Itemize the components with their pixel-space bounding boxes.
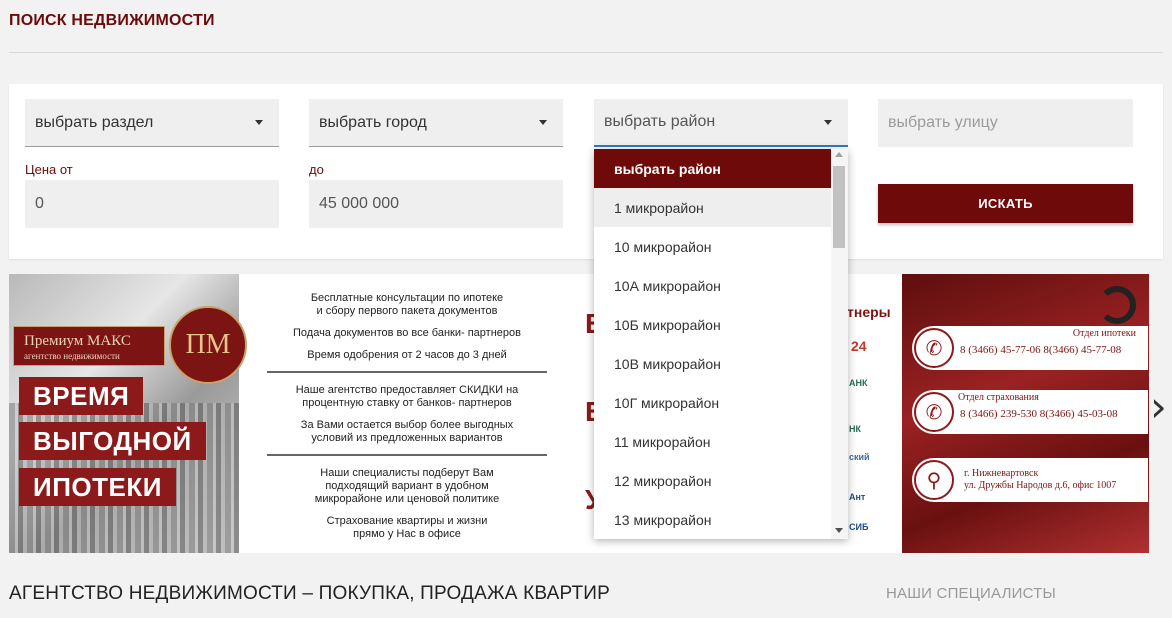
district-select[interactable]: выбрать район	[594, 99, 848, 147]
price-to-label: до	[309, 162, 324, 177]
slogan-line-2: ВЫГОДНОЙ	[19, 422, 206, 460]
section-select[interactable]: выбрать раздел	[25, 99, 279, 147]
slogan-line-3: ИПОТЕКИ	[19, 468, 176, 506]
benefit-text: За Вами остается выбор более выгодных ус…	[300, 419, 514, 444]
contact-title: Отдел ипотеки	[1072, 328, 1136, 339]
benefit-divider	[267, 454, 547, 456]
contact-card-mortgage: ✆ Отдел ипотеки 8 (3466) 45-77-06 8(3466…	[912, 326, 1148, 370]
contact-title: Отдел страхования	[958, 392, 1039, 403]
district-option[interactable]: выбрать район	[594, 149, 831, 188]
district-option[interactable]: 1 микрорайон	[594, 188, 831, 227]
partner-logo: СИБ	[849, 522, 869, 532]
benefit-text: Наше агентство предоставляет СКИДКИ на п…	[295, 384, 519, 409]
price-to-input[interactable]: 45 000 000	[309, 180, 563, 228]
chevron-down-icon	[255, 120, 263, 125]
price-from-label: Цена от	[25, 162, 73, 177]
benefit-text: Наши специалисты подберут Вам подходящий…	[314, 467, 500, 505]
partner-logo: Ант	[849, 492, 866, 502]
brand-subtitle: агентство недвижимости	[24, 351, 120, 361]
scroll-up-icon[interactable]	[835, 152, 843, 157]
chevron-down-icon	[824, 119, 832, 125]
partner-logo: ский	[849, 452, 870, 462]
slider-next-arrow[interactable]: ›	[1150, 382, 1167, 431]
location-pin-icon: ⚲	[914, 460, 954, 500]
brand-name: Премиум МАКС	[24, 333, 131, 349]
partner-logo: АНК	[849, 378, 868, 388]
page-title: ПОИСК НЕДВИЖИМОСТИ	[9, 12, 215, 29]
contact-card-address: ⚲ г. Нижневартовск ул. Дружбы Народов д.…	[912, 458, 1148, 502]
specialists-heading: НАШИ СПЕЦИАЛИСТЫ	[886, 585, 1056, 602]
benefit-text: Подача документов во все банки- партнеро…	[293, 327, 521, 339]
phone-icon: ✆	[914, 392, 954, 432]
search-panel: выбрать раздел выбрать город выбрать рай…	[9, 84, 1163, 259]
contact-phones: 8 (3466) 45-77-06 8(3466) 45-77-08	[960, 344, 1122, 356]
ring-logo-icon	[1098, 286, 1136, 324]
chevron-down-icon	[539, 120, 547, 125]
search-button[interactable]: ИСКАТЬ	[878, 184, 1133, 223]
scrollbar-thumb[interactable]	[833, 166, 845, 248]
phone-icon: ✆	[914, 328, 954, 368]
slider-prev-arrow[interactable]: ‹	[0, 382, 3, 431]
benefit-text: Время одобрения от 2 часов до 3 дней	[307, 349, 507, 361]
partner-logo: 24	[851, 338, 867, 354]
partners-title: тнеры	[847, 304, 891, 320]
city-select[interactable]: выбрать город	[309, 99, 563, 147]
district-option[interactable]: 11 микрорайон	[594, 422, 831, 461]
contact-card-insurance: ✆ Отдел страхования 8 (3466) 239-530 8(3…	[912, 390, 1148, 434]
partner-logo: НК	[849, 424, 861, 434]
brand-plate: Премиум МАКС агентство недвижимости	[13, 326, 165, 366]
scroll-down-icon[interactable]	[835, 528, 843, 533]
benefit-text: Бесплатные консультации по ипотеке и сбо…	[310, 292, 504, 317]
street-input[interactable]	[878, 99, 1133, 147]
district-dropdown: выбрать район 1 микрорайон 10 микрорайон…	[594, 149, 848, 539]
district-option[interactable]: 12 микрорайон	[594, 461, 831, 500]
banner-benefits: Бесплатные консультации по ипотеке и сбо…	[267, 292, 547, 550]
agency-heading: АГЕНТСТВО НЕДВИЖИМОСТИ – ПОКУПКА, ПРОДАЖ…	[9, 583, 611, 604]
benefit-divider	[267, 371, 547, 373]
contact-address: ул. Дружбы Народов д.6, офис 1007	[964, 480, 1117, 491]
contact-phones: 8 (3466) 239-530 8(3466) 45-03-08	[960, 408, 1118, 420]
contact-city: г. Нижневартовск	[964, 468, 1039, 479]
district-option[interactable]: 10Г микрорайон	[594, 383, 831, 422]
slogan-line-1: ВРЕМЯ	[19, 377, 144, 415]
district-option[interactable]: 13 микрорайон	[594, 500, 831, 539]
dropdown-scrollbar[interactable]	[831, 149, 848, 539]
banner-contacts: ✆ Отдел ипотеки 8 (3466) 45-77-06 8(3466…	[902, 274, 1149, 553]
section-select-value: выбрать раздел	[35, 113, 154, 131]
district-option[interactable]: 10В микрорайон	[594, 344, 831, 383]
title-divider	[9, 52, 1163, 53]
promo-banner[interactable]: Премиум МАКС агентство недвижимости ПМ В…	[9, 274, 1149, 553]
district-option[interactable]: 10А микрорайон	[594, 266, 831, 305]
price-from-input[interactable]: 0	[25, 180, 279, 228]
benefit-text: Страхование квартиры и жизни прямо у Нас…	[326, 515, 488, 540]
district-select-value: выбрать район	[604, 113, 716, 130]
brand-logo: ПМ	[169, 306, 247, 384]
district-option[interactable]: 10Б микрорайон	[594, 305, 831, 344]
city-select-value: выбрать город	[319, 113, 427, 131]
district-option[interactable]: 10 микрорайон	[594, 227, 831, 266]
